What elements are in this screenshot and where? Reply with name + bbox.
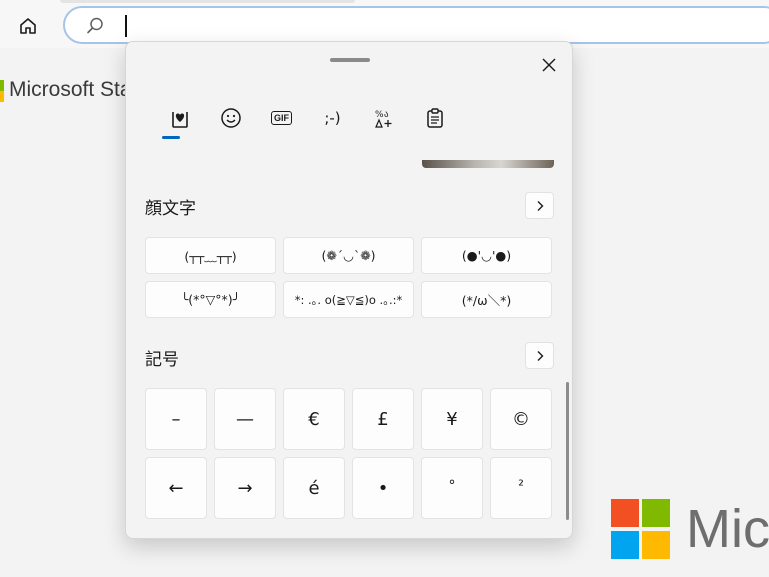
close-button[interactable] <box>534 50 564 80</box>
search-icon <box>85 16 105 40</box>
home-icon <box>20 18 36 34</box>
tab-clipboard[interactable] <box>409 98 460 138</box>
kaomoji-item[interactable]: (*/ω＼*) <box>421 281 552 318</box>
symbol-item[interactable]: ° <box>421 457 483 519</box>
kaomoji-item[interactable]: ╰(*°▽°*)╯ <box>145 281 276 318</box>
symbol-item[interactable]: é <box>283 457 345 519</box>
smiley-icon <box>220 108 241 128</box>
symbol-item[interactable]: → <box>214 457 276 519</box>
symbol-item[interactable]: – <box>145 388 207 450</box>
emoji-panel: GIF ;-) % ა 顔文字 (┬┬﹏┬┬) (❁´◡`❁) (●'◡'●) … <box>125 41 573 539</box>
home-button[interactable] <box>12 10 44 42</box>
category-tabs: GIF ;-) % ა <box>154 98 460 139</box>
symbol-item[interactable]: € <box>283 388 345 450</box>
kaomoji-item[interactable]: (┬┬﹏┬┬) <box>145 237 276 274</box>
symbol-item[interactable]: £ <box>352 388 414 450</box>
kaomoji-item[interactable]: (●'◡'●) <box>421 237 552 274</box>
symbol-item[interactable]: • <box>352 457 414 519</box>
svg-text:ა: ა <box>384 110 389 120</box>
symbols-icon: % ა <box>375 110 391 128</box>
address-bar[interactable] <box>63 6 769 44</box>
store-title: Microsoft Sta <box>9 78 132 101</box>
text-caret <box>125 15 127 37</box>
tab-symbols[interactable]: % ა <box>358 98 409 138</box>
symbol-item[interactable]: © <box>490 388 552 450</box>
kaomoji-item[interactable]: *: .｡. o(≧▽≦)o .｡.:* <box>283 281 414 318</box>
microsoft-logo-partial <box>0 80 4 102</box>
symbols-section-title: 記号 <box>145 350 179 370</box>
svg-text:%: % <box>375 110 384 120</box>
heart-clipboard-icon <box>171 112 188 128</box>
tab-gif[interactable]: GIF <box>256 98 307 138</box>
symbols-grid: – — € £ ¥ © ← → é • ° ² <box>145 388 552 519</box>
brand-word: Micr <box>686 499 769 559</box>
kaomoji-icon: ;-) <box>324 109 341 127</box>
tab-favorites[interactable] <box>154 98 205 139</box>
close-icon <box>542 58 556 72</box>
drag-handle[interactable] <box>330 58 370 62</box>
gif-icon: GIF <box>271 111 292 125</box>
symbol-item[interactable]: ¥ <box>421 388 483 450</box>
tab-emoji[interactable] <box>205 98 256 138</box>
recent-gif-thumbnail[interactable] <box>422 160 554 168</box>
address-input[interactable] <box>123 14 723 38</box>
kaomoji-item[interactable]: (❁´◡`❁) <box>283 237 414 274</box>
kaomoji-more-button[interactable] <box>525 192 554 219</box>
kaomoji-section-title: 顔文字 <box>145 199 196 219</box>
symbol-item[interactable]: — <box>214 388 276 450</box>
chevron-right-icon <box>537 200 543 211</box>
clipboard-icon <box>426 108 443 128</box>
symbol-item[interactable]: ² <box>490 457 552 519</box>
tab-kaomoji[interactable]: ;-) <box>307 98 358 138</box>
symbol-item[interactable]: ← <box>145 457 207 519</box>
panel-scrollbar[interactable] <box>566 382 569 520</box>
kaomoji-grid: (┬┬﹏┬┬) (❁´◡`❁) (●'◡'●) ╰(*°▽°*)╯ *: .｡.… <box>145 237 552 318</box>
chevron-right-icon <box>537 350 543 361</box>
tab-strip-edge <box>60 0 355 3</box>
microsoft-logo <box>611 499 671 559</box>
symbols-more-button[interactable] <box>525 342 554 369</box>
